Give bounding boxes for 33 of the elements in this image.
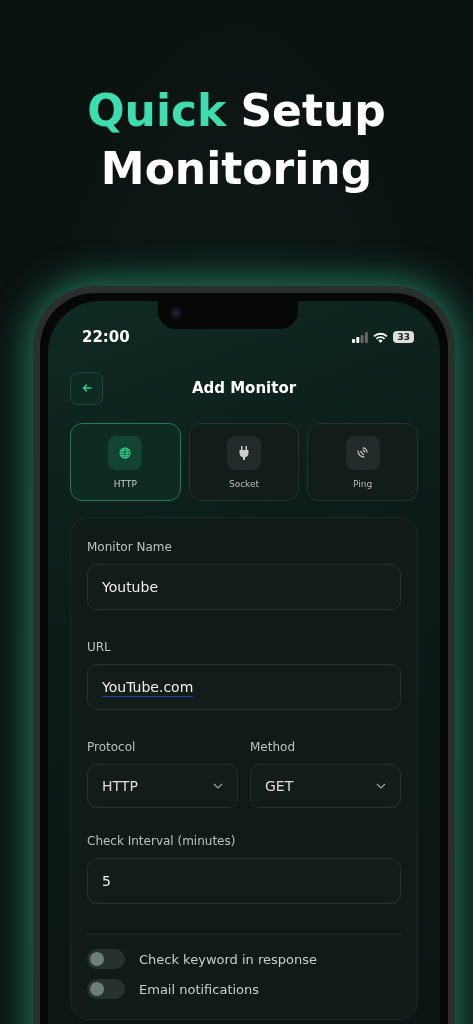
headline-word: Monitoring — [100, 142, 373, 196]
protocol-dropdown[interactable]: HTTP — [87, 764, 238, 808]
battery-level: 33 — [393, 331, 414, 343]
field-label: URL — [87, 640, 112, 654]
chevron-down-icon — [376, 783, 386, 789]
headline-word: Quick — [87, 84, 227, 138]
wifi-icon — [373, 331, 389, 343]
back-button[interactable] — [70, 371, 103, 405]
monitor-type-card[interactable]: HTTP — [70, 423, 181, 501]
monitor-type-card[interactable]: Socket — [188, 423, 300, 501]
field-label: Check Interval (minutes) — [87, 834, 237, 848]
method-dropdown[interactable]: GET — [250, 764, 401, 808]
interval-field[interactable]: 5 — [87, 858, 401, 904]
name-field[interactable]: Youtube — [87, 564, 401, 610]
toggle-switch[interactable] — [87, 979, 125, 999]
globe-icon — [119, 446, 132, 459]
field-label: Monitor Name — [87, 540, 173, 554]
toggle-label: Email notifications — [139, 981, 260, 997]
toggle-switch[interactable] — [87, 949, 125, 969]
field-label: Method — [250, 740, 296, 754]
screen-title: Add Monitor — [191, 379, 297, 397]
camera-icon — [170, 307, 182, 319]
monitor-type-card[interactable]: Ping — [307, 423, 418, 501]
plug-icon — [238, 445, 250, 460]
back-arrow-icon — [81, 383, 92, 393]
status-time: 22:00 — [82, 328, 130, 346]
toggle-label: Check keyword in response — [139, 951, 317, 967]
signal-icon — [352, 331, 369, 343]
headline-word: Setup — [240, 84, 386, 138]
satellite-icon — [356, 446, 370, 459]
url-field[interactable]: YouTube.com — [87, 664, 401, 710]
field-label: Protocol — [87, 740, 137, 754]
chevron-down-icon — [213, 783, 223, 789]
